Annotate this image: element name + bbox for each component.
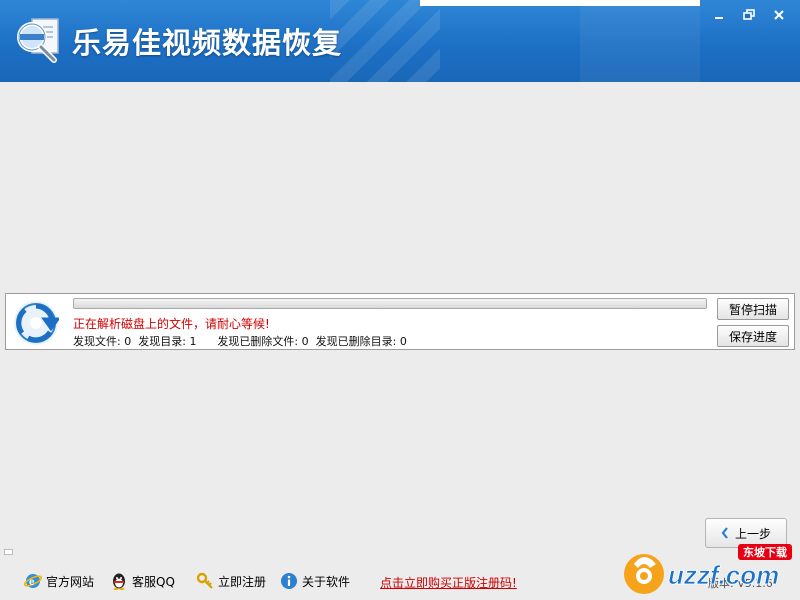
qq-penguin-icon xyxy=(113,573,125,590)
official-website-link[interactable]: e 官方网站 xyxy=(24,572,94,590)
info-icon xyxy=(281,573,297,589)
deleted-dirs-value: 0 xyxy=(399,335,407,348)
save-progress-button[interactable]: 保存进度 xyxy=(717,325,789,347)
magnifier-document-icon xyxy=(17,18,59,63)
scan-status-text: 正在解析磁盘上的文件，请耐心等候! xyxy=(73,317,270,331)
support-qq-label: 客服QQ xyxy=(132,574,175,589)
scan-counts: 发现文件: 0 发现目录: 1 发现已删除文件: 0 发现已删除目录: 0 xyxy=(73,333,407,349)
ie-browser-icon: e xyxy=(24,574,42,588)
app-title: 乐易佳视频数据恢复 xyxy=(72,26,343,60)
minimize-icon xyxy=(715,17,723,19)
official-website-label: 官方网站 xyxy=(46,574,95,589)
title-decoration-2 xyxy=(580,0,700,82)
deleted-dirs-label: 发现已删除目录: xyxy=(315,335,397,348)
svg-text:e: e xyxy=(29,577,35,588)
key-icon xyxy=(196,572,213,589)
found-files-label: 发现文件: xyxy=(73,335,121,348)
spinning-arrows-icon xyxy=(14,301,59,345)
deleted-files-value: 0 xyxy=(301,335,309,348)
chevron-left-icon xyxy=(721,527,728,539)
register-label: 立即注册 xyxy=(218,574,267,589)
svg-text:东坡下载: 东坡下载 xyxy=(743,545,787,559)
deleted-files-label: 发现已删除文件: xyxy=(217,335,299,348)
close-button[interactable] xyxy=(764,4,794,26)
window-controls xyxy=(704,4,794,26)
title-bar: 乐易佳视频数据恢复 xyxy=(0,0,800,82)
found-files-value: 0 xyxy=(124,335,132,348)
prev-step-label: 上一步 xyxy=(734,526,771,541)
scan-progress-bar xyxy=(73,298,707,309)
uzzf-watermark-logo: 东坡下载 uzzf.com xyxy=(624,544,792,594)
svg-text:uzzf.com: uzzf.com xyxy=(668,560,779,590)
about-link[interactable]: 关于软件 xyxy=(280,572,350,590)
title-top-strip xyxy=(420,0,700,6)
found-dirs-value: 1 xyxy=(189,335,197,348)
found-dirs-label: 发现目录: xyxy=(138,335,186,348)
buy-license-link[interactable]: 点击立即购买正版注册码! xyxy=(380,574,517,591)
restore-icon xyxy=(743,9,755,20)
close-icon xyxy=(774,10,784,20)
corner-grip xyxy=(4,549,13,555)
pause-scan-button[interactable]: 暂停扫描 xyxy=(717,298,789,320)
title-decoration xyxy=(330,0,440,82)
minimize-button[interactable] xyxy=(704,4,734,26)
restore-button[interactable] xyxy=(734,4,764,26)
support-qq-link[interactable]: 客服QQ xyxy=(110,572,175,590)
scan-panel: 正在解析磁盘上的文件，请耐心等候! 发现文件: 0 发现目录: 1 发现已删除文… xyxy=(5,293,795,350)
about-label: 关于软件 xyxy=(302,574,351,589)
register-link[interactable]: 立即注册 xyxy=(196,572,266,590)
